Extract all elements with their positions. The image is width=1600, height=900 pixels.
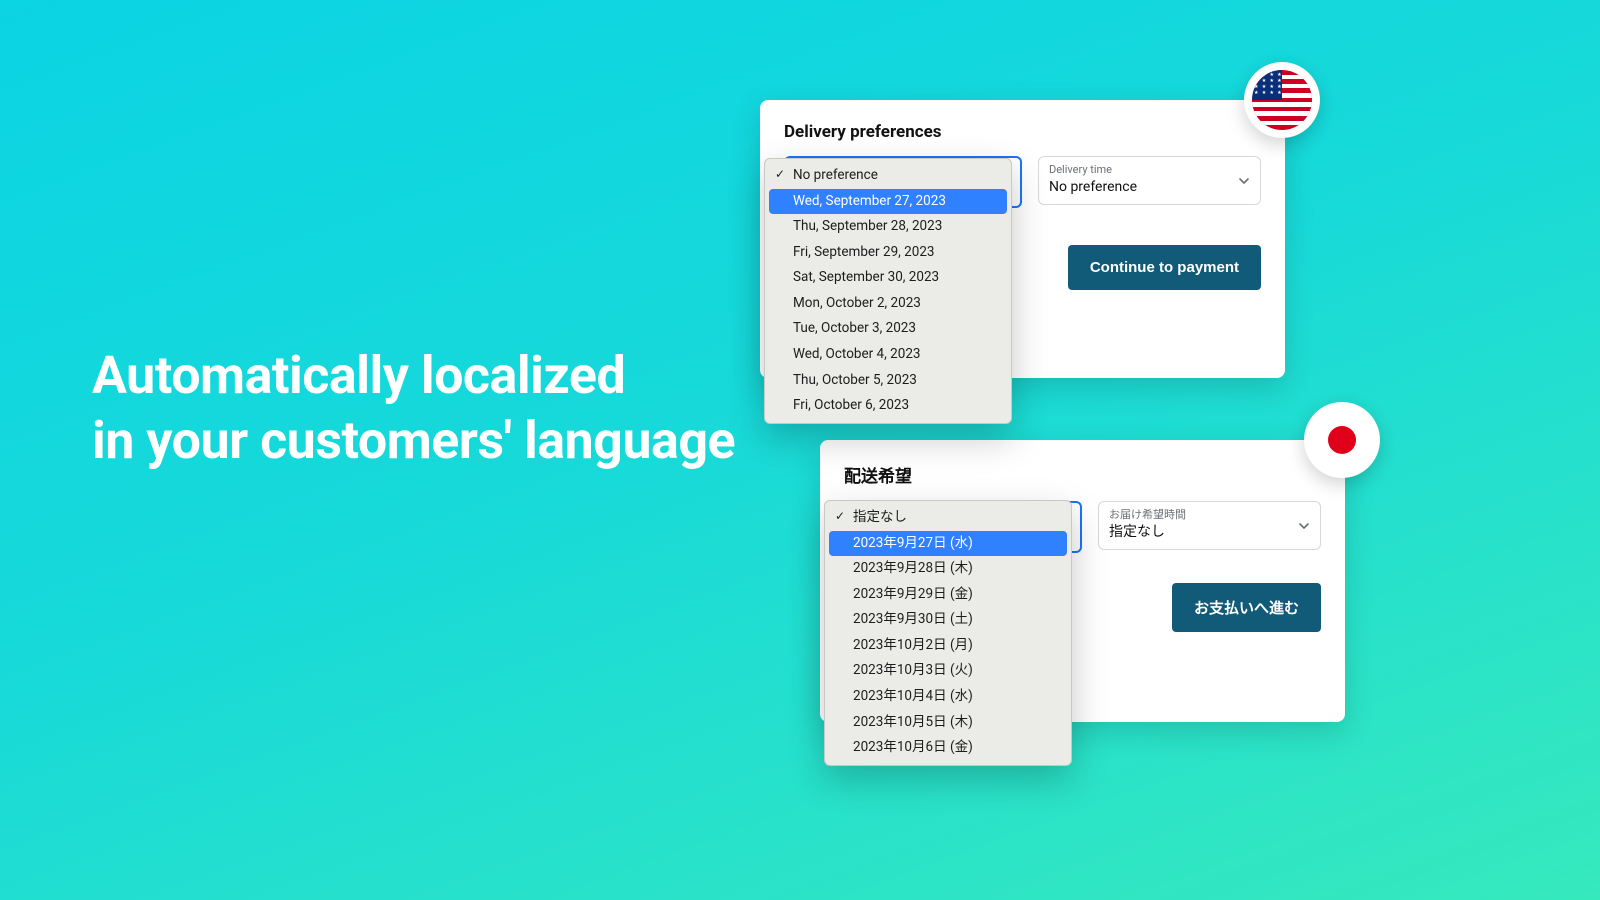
- delivery-date-dropdown-en[interactable]: ✓ No preference Wed, September 27, 2023 Thu…: [764, 158, 1012, 424]
- headline-line2: in your customers' language: [92, 408, 735, 473]
- check-icon: ✓: [775, 166, 785, 183]
- dropdown-option-jp[interactable]: ✓ 指定なし: [829, 505, 1067, 531]
- dropdown-option-en[interactable]: Wed, September 27, 2023: [769, 189, 1007, 215]
- marketing-headline: Automatically localized in your customer…: [92, 343, 735, 473]
- dropdown-option-label: Wed, September 27, 2023: [793, 193, 946, 209]
- card-title-en: Delivery preferences: [784, 122, 1261, 142]
- us-flag-icon: ★ ★ ★ ★ ★ ★ ★ ★ ★ ★ ★ ★ ★ ★ ★ ★: [1244, 62, 1320, 138]
- dropdown-option-label: Fri, September 29, 2023: [793, 244, 935, 260]
- dropdown-option-en[interactable]: Sat, September 30, 2023: [769, 265, 1007, 291]
- dropdown-option-jp[interactable]: 2023年9月30日 (土): [829, 607, 1067, 633]
- dropdown-option-label: Fri, October 6, 2023: [793, 397, 909, 413]
- dropdown-option-jp[interactable]: 2023年9月27日 (水): [829, 531, 1067, 557]
- dropdown-option-en[interactable]: Fri, October 6, 2023: [769, 393, 1007, 419]
- dropdown-option-label: 2023年10月6日 (金): [853, 739, 973, 755]
- delivery-time-value-en: No preference: [1049, 178, 1250, 196]
- dropdown-option-jp[interactable]: 2023年10月6日 (金): [829, 735, 1067, 761]
- chevron-down-icon: [1238, 175, 1250, 187]
- dropdown-option-label: Thu, September 28, 2023: [793, 218, 942, 234]
- dropdown-option-label: Mon, October 2, 2023: [793, 295, 921, 311]
- dropdown-option-label: 2023年9月30日 (土): [853, 611, 973, 627]
- delivery-date-dropdown-jp[interactable]: ✓ 指定なし 2023年9月27日 (水) 2023年9月28日 (木) 2023年9月…: [824, 500, 1072, 766]
- dropdown-option-en[interactable]: Thu, October 5, 2023: [769, 368, 1007, 394]
- dropdown-option-label: Thu, October 5, 2023: [793, 372, 917, 388]
- dropdown-option-jp[interactable]: 2023年10月5日 (木): [829, 710, 1067, 736]
- dropdown-option-label: 2023年10月4日 (水): [853, 688, 973, 704]
- dropdown-option-jp[interactable]: 2023年9月29日 (金): [829, 582, 1067, 608]
- dropdown-option-en[interactable]: Wed, October 4, 2023: [769, 342, 1007, 368]
- check-icon: ✓: [835, 508, 845, 525]
- continue-to-payment-button-jp[interactable]: お支払いへ進む: [1172, 583, 1321, 632]
- delivery-time-select-jp[interactable]: お届け希望時間 指定なし: [1098, 501, 1321, 550]
- dropdown-option-label: 2023年10月5日 (木): [853, 714, 973, 730]
- dropdown-option-label: 2023年9月29日 (金): [853, 586, 973, 602]
- dropdown-option-label: Wed, October 4, 2023: [793, 346, 921, 362]
- headline-line1: Automatically localized: [92, 343, 735, 408]
- dropdown-option-jp[interactable]: 2023年10月3日 (火): [829, 658, 1067, 684]
- dropdown-option-label: 2023年9月28日 (木): [853, 560, 973, 576]
- dropdown-option-label: 2023年10月2日 (月): [853, 637, 973, 653]
- dropdown-option-label: 指定なし: [853, 509, 907, 525]
- dropdown-option-en[interactable]: Mon, October 2, 2023: [769, 291, 1007, 317]
- delivery-time-value-jp: 指定なし: [1109, 523, 1310, 541]
- delivery-time-label-en: Delivery time: [1049, 163, 1250, 176]
- dropdown-option-label: 2023年10月3日 (火): [853, 662, 973, 678]
- card-title-jp: 配送希望: [844, 462, 1321, 487]
- dropdown-option-label: No preference: [793, 167, 878, 183]
- chevron-down-icon: [1298, 520, 1310, 532]
- jp-flag-icon: [1304, 402, 1380, 478]
- delivery-time-select-en[interactable]: Delivery time No preference: [1038, 156, 1261, 205]
- dropdown-option-en[interactable]: ✓ No preference: [769, 163, 1007, 189]
- dropdown-option-label: Sat, September 30, 2023: [793, 269, 939, 285]
- dropdown-option-en[interactable]: Fri, September 29, 2023: [769, 240, 1007, 266]
- continue-to-payment-button[interactable]: Continue to payment: [1068, 245, 1261, 290]
- dropdown-option-label: Tue, October 3, 2023: [793, 320, 916, 336]
- dropdown-option-jp[interactable]: 2023年9月28日 (木): [829, 556, 1067, 582]
- dropdown-option-en[interactable]: Tue, October 3, 2023: [769, 316, 1007, 342]
- delivery-time-label-jp: お届け希望時間: [1109, 508, 1310, 521]
- dropdown-option-en[interactable]: Thu, September 28, 2023: [769, 214, 1007, 240]
- dropdown-option-jp[interactable]: 2023年10月2日 (月): [829, 633, 1067, 659]
- dropdown-option-jp[interactable]: 2023年10月4日 (水): [829, 684, 1067, 710]
- dropdown-option-label: 2023年9月27日 (水): [853, 535, 973, 551]
